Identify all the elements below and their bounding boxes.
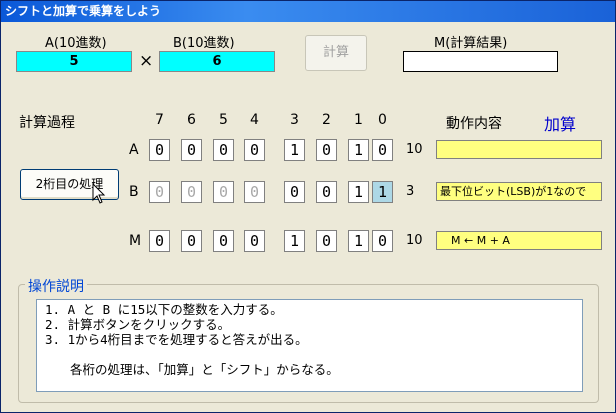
bit-column-header: 4	[250, 112, 259, 128]
times-symbol: ×	[139, 51, 154, 71]
instructions-textbox: 1. A と B に15以下の整数を入力する。 2. 計算ボタンをクリックする。…	[36, 299, 583, 392]
bit-cell-m-4: 0	[244, 230, 265, 252]
action-field-a	[436, 140, 602, 159]
instruction-line: 2. 計算ボタンをクリックする。	[45, 317, 231, 332]
bit-column-header: 0	[378, 112, 387, 128]
bit-cell-m-5: 0	[213, 230, 234, 252]
bit-column-header: 5	[219, 112, 228, 128]
bit-cell-m-6: 0	[181, 230, 202, 252]
bit-column-header: 1	[354, 112, 363, 128]
bit-cell-b-0: 1	[372, 181, 393, 203]
row-label-a: A	[129, 142, 139, 158]
bit-column-header: 3	[290, 112, 299, 128]
instruction-line: 各桁の処理は、「加算」と「シフト」からなる。	[45, 362, 339, 377]
instruction-line: 1. A と B に15以下の整数を入力する。	[45, 302, 283, 317]
bit-cell-b-4: 0	[244, 181, 265, 203]
bit-column-header: 7	[155, 112, 164, 128]
bit-cell-a-4: 0	[244, 139, 265, 161]
calc-button[interactable]: 計算	[305, 35, 367, 71]
action-field-b: 最下位ビット(LSB)が1なので	[436, 182, 602, 201]
row-decimal-b: 3	[406, 184, 415, 199]
a-input-label: A(10進数)	[45, 36, 107, 51]
bit-cell-b-1: 1	[348, 181, 369, 203]
action-header: 動作内容	[446, 116, 502, 132]
action-mode-label: 加算	[544, 115, 577, 134]
action-field-m: M ← M + A	[436, 231, 602, 250]
instruction-line	[45, 347, 574, 362]
m-result-field	[403, 51, 558, 72]
bit-cell-a-7: 0	[149, 139, 170, 161]
bit-cell-b-7: 0	[149, 181, 170, 203]
bit-cell-m-1: 1	[348, 230, 369, 252]
bit-cell-a-3: 1	[284, 139, 305, 161]
instructions-title: 操作説明	[25, 276, 87, 296]
bit-cell-m-3: 1	[284, 230, 305, 252]
app-window: シフトと加算で乗算をしよう A(10進数) 5 × B(10進数) 6 計算 M…	[0, 0, 616, 413]
row-label-m: M	[129, 233, 142, 249]
bit-cell-b-3: 0	[284, 181, 305, 203]
bit-cell-a-6: 0	[181, 139, 202, 161]
mouse-cursor-icon	[92, 182, 106, 209]
bit-cell-a-2: 0	[316, 139, 337, 161]
bit-column-header: 2	[322, 112, 331, 128]
bit-cell-b-6: 0	[181, 181, 202, 203]
bit-cell-m-0: 0	[372, 230, 393, 252]
bit-cell-a-1: 1	[348, 139, 369, 161]
a-input[interactable]: 5	[16, 51, 132, 72]
bit-cell-m-2: 0	[316, 230, 337, 252]
b-input[interactable]: 6	[159, 51, 275, 72]
bit-cell-a-5: 0	[213, 139, 234, 161]
row-decimal-a: 10	[406, 142, 423, 157]
title-bar: シフトと加算で乗算をしよう	[1, 1, 615, 22]
b-input-label: B(10進数)	[173, 36, 235, 51]
row-label-b: B	[129, 184, 139, 200]
bit-cell-b-5: 0	[213, 181, 234, 203]
bit-column-header: 6	[187, 112, 196, 128]
row-decimal-m: 10	[406, 233, 423, 248]
m-result-label: M(計算結果)	[434, 36, 508, 51]
process-title: 計算過程	[19, 115, 75, 131]
bit-cell-b-2: 0	[316, 181, 337, 203]
bit-cell-a-0: 0	[372, 139, 393, 161]
instruction-line: 3. 1から4桁目までを処理すると答えが出る。	[45, 332, 308, 347]
bit-cell-m-7: 0	[149, 230, 170, 252]
